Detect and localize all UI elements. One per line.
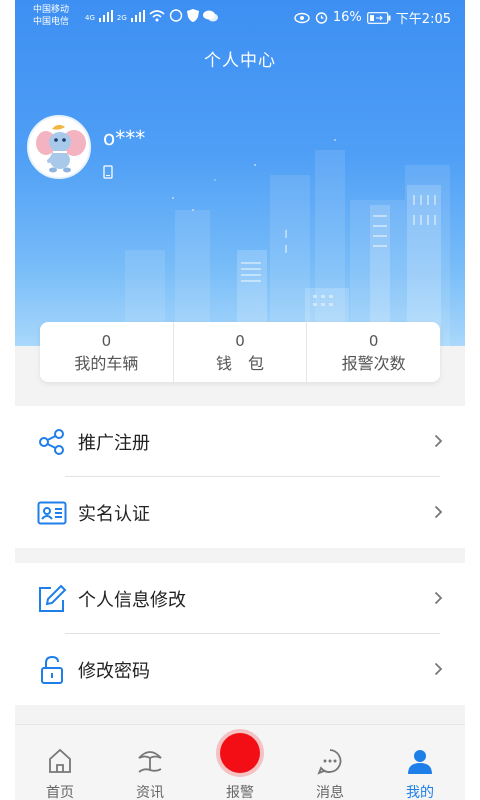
clock-time: 下午2:05: [395, 12, 451, 27]
nav-label: 我的: [406, 785, 434, 800]
stats-card: 0 我的车辆 0 钱 包 0 报警次数: [40, 322, 440, 382]
menu-item-edit-profile[interactable]: 个人信息修改: [15, 563, 465, 634]
menu-label: 修改密码: [78, 660, 150, 682]
menu-item-change-password[interactable]: 修改密码: [15, 634, 465, 705]
chevron-right-icon: [434, 434, 443, 448]
status-bar: 中国移动 中国电信 4G 2G 16% 下午2:05: [15, 0, 465, 32]
stat-value: 0: [368, 332, 379, 350]
nav-home[interactable]: 首页: [15, 725, 105, 800]
menu-group-promotion: 推广注册 实名认证: [15, 406, 465, 548]
alarm-button[interactable]: [220, 733, 260, 773]
alarm-clock-icon: [315, 12, 328, 24]
beach-umbrella-icon: [138, 751, 162, 773]
share-icon: [39, 429, 64, 455]
nav-news[interactable]: 资讯: [105, 725, 195, 800]
battery-percent: 16%: [332, 10, 362, 25]
wifi-icon: [149, 10, 165, 22]
phone-icon: [103, 165, 113, 179]
eye-comfort-icon: [294, 12, 310, 23]
app-notification-icon: [169, 9, 182, 22]
carrier-1: 中国移动: [33, 5, 70, 15]
nav-mine[interactable]: 我的: [375, 725, 465, 800]
menu-label: 实名认证: [78, 503, 150, 525]
menu-item-promotion-register[interactable]: 推广注册: [15, 406, 465, 477]
profile-header: 中国移动 中国电信 4G 2G 16% 下午2:05 个人中心 o***: [15, 0, 465, 346]
username: o***: [103, 126, 146, 150]
menu-label: 推广注册: [78, 432, 150, 454]
stat-label: 报警次数: [341, 354, 406, 373]
stat-value: 0: [101, 332, 112, 350]
chat-icon: [317, 749, 342, 775]
chevron-right-icon: [434, 505, 443, 519]
network-type-2: 2G: [116, 14, 127, 22]
signal-icons: 4G 2G: [85, 9, 218, 22]
menu-group-account: 个人信息修改 修改密码: [15, 563, 465, 705]
elephant-avatar-image: [36, 124, 86, 173]
lock-icon: [41, 655, 63, 684]
signal-icon-2: [130, 10, 145, 22]
menu-label: 个人信息修改: [78, 589, 186, 611]
nav-messages[interactable]: 消息: [285, 725, 375, 800]
carrier-info: 中国移动 中国电信: [33, 4, 69, 28]
battery-icon: [366, 11, 391, 24]
carrier-2: 中国电信: [33, 17, 70, 27]
nav-label: 报警: [226, 785, 254, 800]
nav-alarm[interactable]: 报警: [195, 725, 285, 800]
stat-wallet[interactable]: 0 钱 包: [174, 322, 308, 382]
nav-label: 资讯: [136, 785, 164, 800]
app-frame: 中国移动 中国电信 4G 2G 16% 下午2:05 个人中心 o*** 0 我…: [15, 0, 465, 800]
edit-icon: [39, 584, 67, 612]
shield-icon: [186, 9, 199, 22]
network-type-1: 4G: [85, 14, 95, 22]
page-title: 个人中心: [204, 51, 276, 71]
id-card-icon: [37, 501, 67, 525]
user-icon: [408, 750, 432, 774]
status-right: 16% 下午2:05: [294, 8, 451, 27]
stat-my-vehicles[interactable]: 0 我的车辆: [40, 322, 174, 382]
nav-label: 消息: [316, 785, 344, 800]
stat-label: 我的车辆: [74, 354, 139, 373]
stat-label: 钱 包: [216, 354, 265, 373]
stat-value: 0: [235, 332, 245, 350]
bottom-navigation: 首页 资讯 报警 消息 我的: [15, 724, 465, 800]
signal-icon: [98, 10, 113, 22]
wechat-icon: [202, 10, 218, 22]
nav-label: 首页: [46, 785, 74, 800]
chevron-right-icon: [434, 662, 443, 676]
menu-item-real-name-auth[interactable]: 实名认证: [15, 477, 465, 548]
stat-alarm-count[interactable]: 0 报警次数: [307, 322, 440, 382]
avatar[interactable]: [27, 115, 91, 179]
chevron-right-icon: [434, 591, 443, 605]
home-icon: [49, 748, 71, 773]
